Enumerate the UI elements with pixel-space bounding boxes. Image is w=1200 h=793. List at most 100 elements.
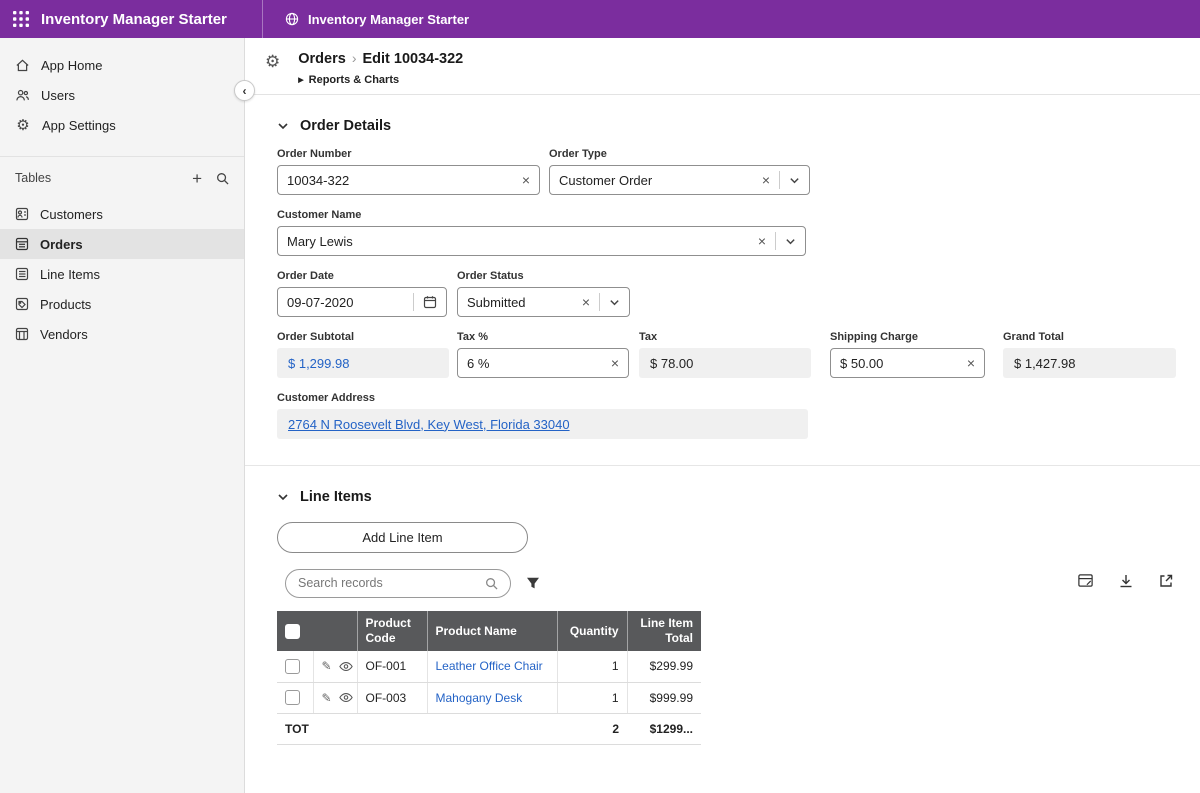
select-all-checkbox[interactable] [285, 624, 300, 639]
form-row-2: Customer Name × [277, 209, 1176, 256]
field-label: Order Subtotal [277, 331, 449, 343]
cell-line-item-total: $999.99 [627, 682, 701, 713]
form-row-4: Order Subtotal $ 1,299.98 Tax % × Tax $ … [277, 331, 1176, 378]
shipping-charge-input[interactable] [831, 356, 958, 371]
search-input[interactable] [298, 576, 485, 590]
cell-quantity: 1 [557, 682, 627, 713]
field-label: Customer Name [277, 209, 806, 221]
sidebar-table-label: Line Items [40, 267, 100, 282]
column-header-product-code[interactable]: Product Code [357, 611, 427, 651]
view-row-icon[interactable] [339, 692, 353, 703]
reports-charts-toggle[interactable]: ▶ Reports & Charts [298, 74, 463, 86]
customer-address-value: 2764 N Roosevelt Blvd, Key West, Florida… [277, 409, 808, 439]
totals-quantity: 2 [557, 713, 627, 744]
chevron-down-icon[interactable] [776, 236, 805, 247]
cell-product-code: OF-001 [357, 651, 427, 682]
search-tables-icon[interactable] [216, 172, 229, 185]
clear-icon[interactable]: × [602, 356, 628, 370]
users-icon [15, 88, 30, 103]
chevron-down-icon[interactable] [780, 175, 809, 186]
clear-icon[interactable]: × [749, 234, 775, 248]
edit-row-icon[interactable]: ✎ [322, 659, 332, 673]
view-row-icon[interactable] [339, 661, 353, 672]
app-launcher-icon[interactable] [12, 10, 30, 28]
row-actions-cell: ✎ [313, 651, 357, 682]
column-header-product-name[interactable]: Product Name [427, 611, 557, 651]
sidebar-item-users[interactable]: Users [0, 80, 244, 110]
top-bar: Inventory Manager Starter Inventory Mana… [0, 0, 1200, 38]
breadcrumb: Orders›Edit 10034-322 [298, 50, 463, 67]
field-label: Order Date [277, 270, 447, 282]
inline-edit-icon[interactable] [1077, 572, 1094, 589]
vendors-table-icon [15, 327, 29, 341]
order-subtotal-value[interactable]: $ 1,299.98 [277, 348, 449, 378]
order-type-input[interactable] [550, 173, 753, 188]
product-name-link[interactable]: Leather Office Chair [436, 659, 543, 673]
customer-address-link[interactable]: 2764 N Roosevelt Blvd, Key West, Florida… [288, 417, 570, 432]
row-checkbox[interactable] [285, 690, 300, 705]
tax-field: Tax $ 78.00 [639, 331, 811, 378]
form-row-3: Order Date Order Status × [277, 270, 1176, 317]
sidebar-table-customers[interactable]: Customers [0, 199, 244, 229]
customer-name-input[interactable] [278, 234, 749, 249]
tax-percent-input[interactable] [458, 356, 602, 371]
search-box [285, 569, 511, 598]
sidebar-table-vendors[interactable]: Vendors [0, 319, 244, 349]
field-label: Tax % [457, 331, 629, 343]
customers-table-icon [15, 207, 29, 221]
page-settings-gear-icon[interactable]: ⚙ [265, 52, 280, 72]
edit-row-icon[interactable]: ✎ [322, 691, 332, 705]
sidebar-table-orders[interactable]: Orders [0, 229, 244, 259]
order-status-input[interactable] [458, 295, 573, 310]
sidebar: App Home Users ⚙ App Settings Tables + [0, 38, 245, 793]
order-number-input[interactable] [278, 173, 513, 188]
sidebar-item-app-home[interactable]: App Home [0, 50, 244, 80]
grand-total-value: $ 1,427.98 [1003, 348, 1176, 378]
search-icon[interactable] [485, 577, 498, 590]
order-date-field: Order Date [277, 270, 447, 317]
chevron-down-icon[interactable] [277, 491, 289, 503]
topbar-workspace-section: Inventory Manager Starter [263, 0, 491, 38]
section-title: Line Items [300, 489, 372, 505]
column-header-line-item-total[interactable]: Line Item Total [627, 611, 701, 651]
field-label: Order Status [457, 270, 630, 282]
customer-address-field: Customer Address 2764 N Roosevelt Blvd, … [277, 392, 808, 439]
sidebar-collapse-button[interactable]: ‹ [234, 80, 255, 101]
field-label: Order Number [277, 148, 540, 160]
clear-icon[interactable]: × [573, 295, 599, 309]
chevron-down-icon[interactable] [277, 120, 289, 132]
clear-icon[interactable]: × [958, 356, 984, 370]
breadcrumb-separator-icon: › [352, 50, 357, 66]
chevron-down-icon[interactable] [600, 297, 629, 308]
order-type-field: Order Type × [549, 148, 810, 195]
products-table-icon [15, 297, 29, 311]
sidebar-item-app-settings[interactable]: ⚙ App Settings [0, 110, 244, 140]
filter-icon[interactable] [526, 576, 540, 590]
line-items-toolbar [277, 568, 1176, 598]
order-date-input[interactable] [278, 295, 413, 310]
sidebar-table-line-items[interactable]: Line Items [0, 259, 244, 289]
open-external-icon[interactable] [1158, 572, 1174, 589]
cell-quantity: 1 [557, 651, 627, 682]
add-line-item-button[interactable]: Add Line Item [277, 522, 528, 553]
row-checkbox[interactable] [285, 659, 300, 674]
sidebar-table-label: Vendors [40, 327, 88, 342]
sidebar-table-products[interactable]: Products [0, 289, 244, 319]
product-name-link[interactable]: Mahogany Desk [436, 691, 523, 705]
home-icon [15, 58, 30, 73]
table-row: ✎ OF-001 Leather Office Chair 1 $299.99 [277, 651, 701, 682]
sidebar-item-label: App Home [41, 58, 102, 73]
cell-product-name: Leather Office Chair [427, 651, 557, 682]
section-divider [245, 465, 1200, 466]
form-row-5: Customer Address 2764 N Roosevelt Blvd, … [277, 392, 1176, 439]
sidebar-item-label: App Settings [42, 118, 116, 133]
row-actions-cell: ✎ [313, 682, 357, 713]
clear-icon[interactable]: × [753, 173, 779, 187]
sidebar-item-label: Users [41, 88, 75, 103]
column-header-quantity[interactable]: Quantity [557, 611, 627, 651]
download-icon[interactable] [1118, 572, 1134, 589]
clear-icon[interactable]: × [513, 173, 539, 187]
add-table-icon[interactable]: + [192, 170, 202, 187]
breadcrumb-section[interactable]: Orders [298, 51, 346, 67]
calendar-icon[interactable] [414, 295, 446, 309]
